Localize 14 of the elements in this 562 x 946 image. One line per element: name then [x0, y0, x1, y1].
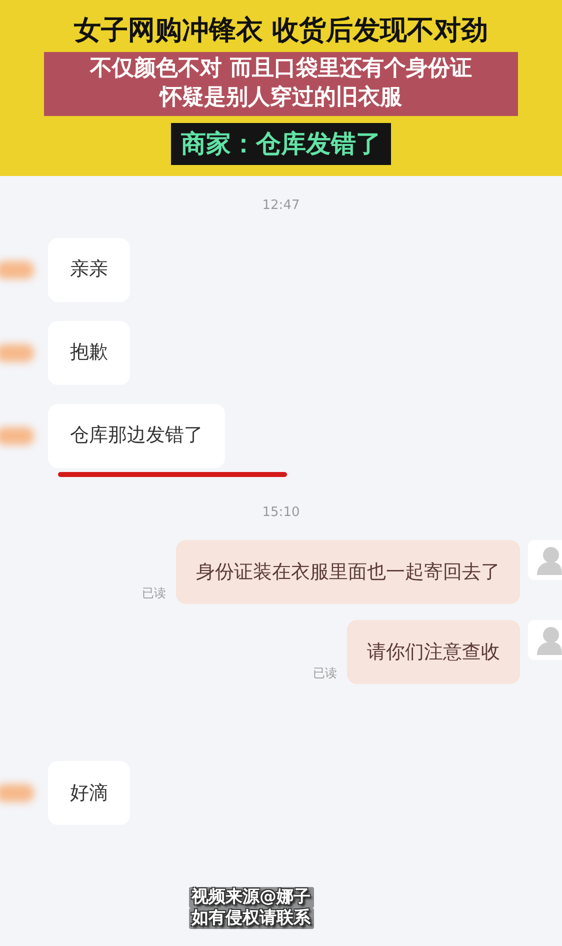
message-bubble: 仓库那边发错了	[48, 404, 225, 468]
timestamp: 15:10	[261, 504, 301, 522]
subtitle-line: 不仅颜色不对 而且口袋里还有个身份证	[88, 55, 473, 83]
message-bubble: 好滴	[48, 761, 130, 825]
merchant-caption: 商家：仓库发错了	[171, 123, 391, 165]
message-bubble: 亲亲	[48, 238, 130, 302]
message-bubble: 请你们注意查收	[347, 620, 520, 684]
read-receipt: 已读	[313, 665, 337, 682]
message-bubble: 身份证装在衣服里面也一起寄回去了	[176, 540, 520, 604]
headline-title: 女子网购冲锋衣 收货后发现不对劲	[74, 15, 488, 46]
timestamp: 12:47	[261, 197, 301, 215]
message-bubble: 抱歉	[48, 320, 130, 384]
subtitle-line: 怀疑是别人穿过的旧衣服	[158, 84, 403, 112]
read-receipt: 已读	[142, 585, 166, 602]
